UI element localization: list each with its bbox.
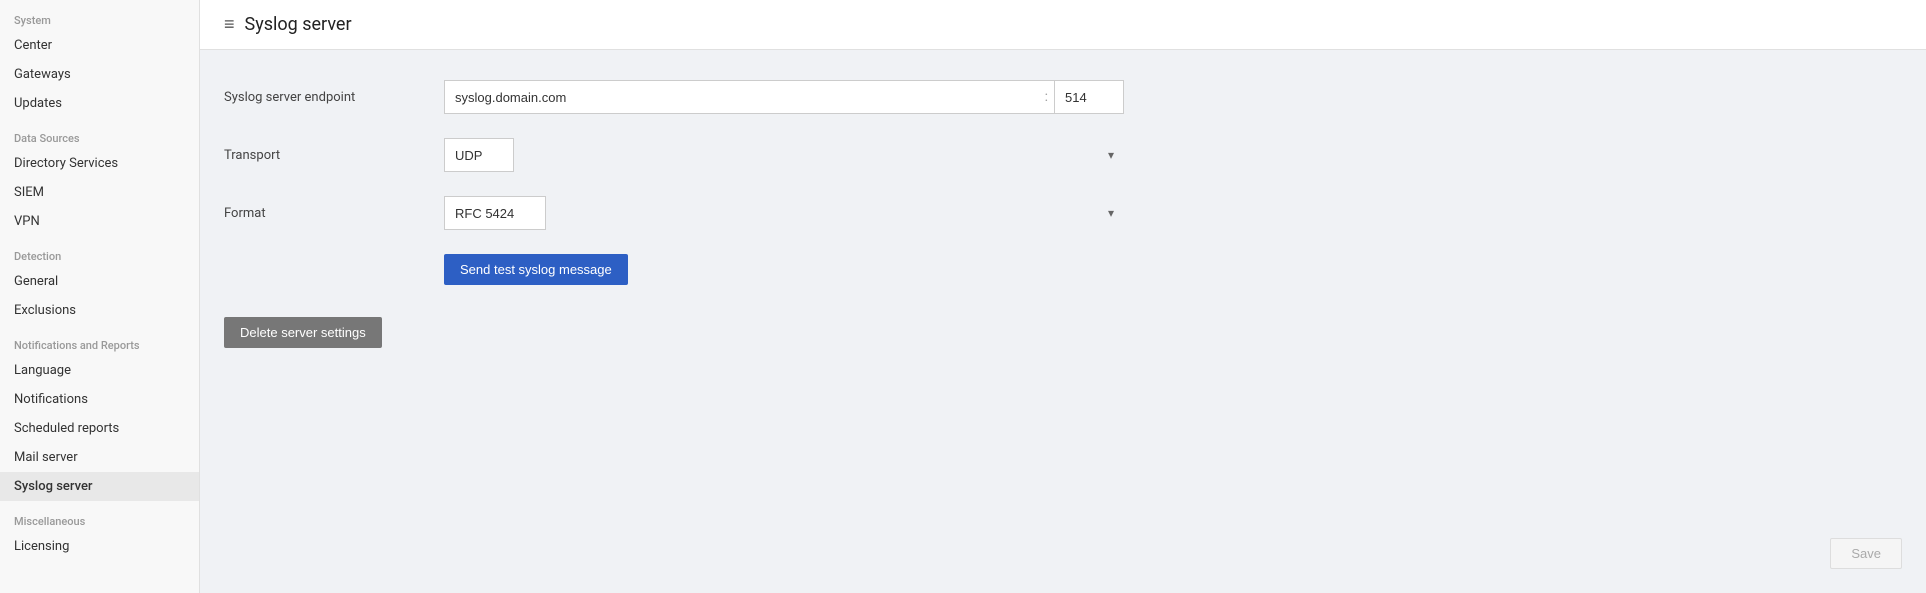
sidebar-item-vpn[interactable]: VPN [0,207,199,236]
form-section: Syslog server endpoint : Transport UDPTC… [224,80,1124,348]
format-label: Format [224,206,444,221]
send-test-button[interactable]: Send test syslog message [444,254,628,285]
sidebar-section-system: System [0,0,199,31]
sidebar-item-siem[interactable]: SIEM [0,178,199,207]
endpoint-input[interactable] [444,80,1039,114]
sidebar-section-detection: Detection [0,236,199,267]
page-title: Syslog server [245,14,352,35]
endpoint-label: Syslog server endpoint [224,90,444,105]
sidebar: SystemCenterGatewaysUpdatesData SourcesD… [0,0,200,593]
sidebar-item-directory-services[interactable]: Directory Services [0,149,199,178]
format-row: Format RFC 5424RFC 3164CEF [224,196,1124,230]
sidebar-item-notifications[interactable]: Notifications [0,385,199,414]
sidebar-section-data-sources: Data Sources [0,118,199,149]
port-input[interactable] [1054,80,1124,114]
save-button[interactable]: Save [1830,538,1902,569]
sidebar-item-exclusions[interactable]: Exclusions [0,296,199,325]
transport-label: Transport [224,148,444,163]
page-body: Syslog server endpoint : Transport UDPTC… [200,50,1926,593]
transport-row: Transport UDPTCPTLS [224,138,1124,172]
sidebar-item-gateways[interactable]: Gateways [0,60,199,89]
page-header: ≡ Syslog server [200,0,1926,50]
sidebar-section-notifications-and-reports: Notifications and Reports [0,325,199,356]
port-separator-icon: : [1039,80,1054,114]
endpoint-row: Syslog server endpoint : [224,80,1124,114]
sidebar-item-licensing[interactable]: Licensing [0,532,199,561]
endpoint-control-group: : [444,80,1124,114]
sidebar-section-miscellaneous: Miscellaneous [0,501,199,532]
format-select[interactable]: RFC 5424RFC 3164CEF [444,196,546,230]
sidebar-item-center[interactable]: Center [0,31,199,60]
page-icon: ≡ [224,14,235,35]
transport-select-wrapper: UDPTCPTLS [444,138,1124,172]
sidebar-item-mail-server[interactable]: Mail server [0,443,199,472]
sidebar-item-updates[interactable]: Updates [0,89,199,118]
sidebar-item-syslog-server[interactable]: Syslog server [0,472,199,501]
sidebar-item-scheduled-reports[interactable]: Scheduled reports [0,414,199,443]
sidebar-item-general[interactable]: General [0,267,199,296]
sidebar-item-language[interactable]: Language [0,356,199,385]
transport-select[interactable]: UDPTCPTLS [444,138,514,172]
actions-row: Delete server settings [224,317,1124,348]
delete-button[interactable]: Delete server settings [224,317,382,348]
main-content: ≡ Syslog server Syslog server endpoint :… [200,0,1926,593]
format-select-wrapper: RFC 5424RFC 3164CEF [444,196,1124,230]
